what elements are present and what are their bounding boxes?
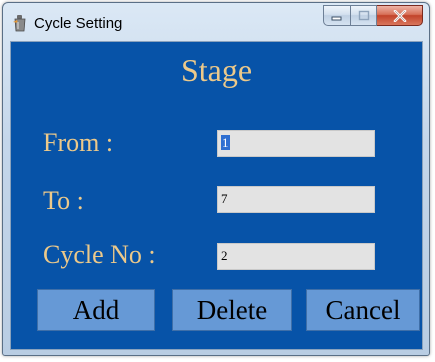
cycle-no-input-value: 2: [221, 248, 228, 263]
minimize-button[interactable]: [323, 5, 351, 26]
cycle-no-label: Cycle No :: [43, 240, 156, 269]
close-icon: [393, 9, 406, 22]
to-input[interactable]: 7: [217, 186, 375, 213]
add-button[interactable]: Add: [37, 289, 155, 331]
caption-buttons: [323, 5, 423, 26]
app-icon: [13, 15, 26, 32]
maximize-icon: [358, 10, 369, 21]
stage-heading: Stage: [180, 52, 253, 88]
dialog-body: Stage From : 1 To : 7 Cycle No : 2 Add D…: [10, 41, 423, 350]
from-input-value: 1: [221, 135, 230, 150]
minimize-icon: [331, 16, 342, 20]
cycle-no-input[interactable]: 2: [217, 243, 375, 270]
to-input-value: 7: [221, 191, 228, 206]
delete-button[interactable]: Delete: [172, 289, 292, 331]
to-label: To :: [43, 186, 84, 215]
cycle-setting-window: Cycle Setting Stage From : 1 To: 7 Cycl…: [2, 2, 430, 356]
maximize-button[interactable]: [351, 5, 377, 26]
from-label: From :: [43, 128, 114, 157]
close-button[interactable]: [377, 5, 423, 26]
title-bar[interactable]: Cycle Setting: [3, 3, 429, 41]
from-input[interactable]: 1: [217, 130, 375, 157]
cancel-button[interactable]: Cancel: [306, 289, 420, 331]
window-title: Cycle Setting: [34, 15, 123, 32]
